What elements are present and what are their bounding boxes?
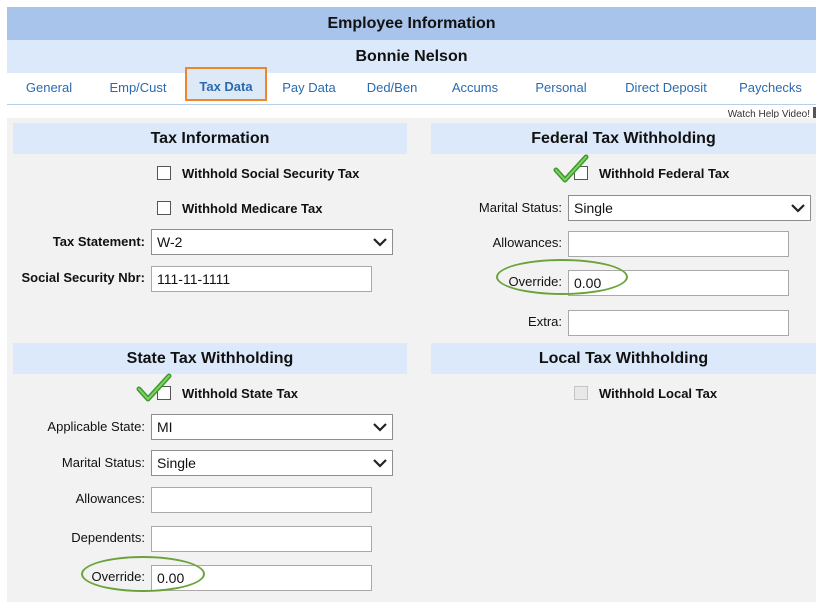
state-tax-header: State Tax Withholding — [13, 343, 407, 374]
tab-paychecks[interactable]: Paychecks — [725, 73, 816, 105]
tab-emp-cust[interactable]: Emp/Cust — [91, 73, 185, 105]
tax-information-header: Tax Information — [13, 123, 407, 154]
federal-override-input[interactable]: 0.00 — [568, 270, 789, 296]
tab-pay-data[interactable]: Pay Data — [269, 73, 349, 105]
state-override-label: Override: — [91, 569, 145, 584]
applicable-state-value: MI — [157, 419, 173, 435]
state-dependents-input[interactable] — [151, 526, 372, 552]
withhold-ss-checkbox[interactable] — [157, 166, 171, 180]
state-allowances-label: Allowances: — [75, 491, 145, 506]
tab-direct-deposit[interactable]: Direct Deposit — [607, 73, 725, 105]
tab-accums[interactable]: Accums — [435, 73, 515, 105]
checkmark-icon — [553, 154, 589, 183]
federal-marital-select[interactable]: Single — [568, 195, 811, 221]
tab-ded-ben[interactable]: Ded/Ben — [349, 73, 435, 105]
tab-personal[interactable]: Personal — [515, 73, 607, 105]
tax-statement-value: W-2 — [157, 234, 183, 250]
state-marital-value: Single — [157, 455, 196, 471]
tab-tax-data[interactable]: Tax Data — [185, 67, 267, 101]
chevron-down-icon — [791, 204, 805, 213]
tax-statement-label: Tax Statement: — [52, 234, 145, 249]
tab-bar: General Emp/Cust Tax Data Pay Data Ded/B… — [7, 67, 816, 105]
chevron-down-icon — [373, 459, 387, 468]
withhold-medicare-checkbox[interactable] — [157, 201, 171, 215]
tab-general[interactable]: General — [7, 73, 91, 105]
checkmark-icon — [136, 373, 172, 402]
state-override-input[interactable]: 0.00 — [151, 565, 372, 591]
federal-allowances-label: Allowances: — [492, 235, 562, 250]
withhold-state-label: Withhold State Tax — [182, 386, 298, 401]
tax-statement-select[interactable]: W-2 — [151, 229, 393, 255]
state-marital-label: Marital Status: — [61, 455, 145, 470]
federal-marital-value: Single — [574, 200, 613, 216]
applicable-state-label: Applicable State: — [47, 419, 145, 434]
federal-tax-header: Federal Tax Withholding — [431, 123, 816, 154]
applicable-state-select[interactable]: MI — [151, 414, 393, 440]
federal-marital-label: Marital Status: — [478, 200, 562, 215]
chevron-down-icon — [373, 238, 387, 247]
federal-extra-input[interactable] — [568, 310, 789, 336]
employee-name: Bonnie Nelson — [7, 40, 816, 73]
federal-override-label: Override: — [508, 274, 562, 289]
state-marital-select[interactable]: Single — [151, 450, 393, 476]
state-allowances-input[interactable] — [151, 487, 372, 513]
ssn-label: Social Security Nbr: — [21, 270, 145, 285]
withhold-ss-label: Withhold Social Security Tax — [182, 166, 360, 181]
ssn-input[interactable]: 111-11-1111 — [151, 266, 372, 292]
federal-allowances-input[interactable] — [568, 231, 789, 257]
tax-data-panel: Tax Information Withhold Social Security… — [7, 118, 816, 602]
chevron-down-icon — [373, 423, 387, 432]
withhold-federal-label: Withhold Federal Tax — [599, 166, 730, 181]
federal-extra-label: Extra: — [528, 314, 562, 329]
withhold-local-label: Withhold Local Tax — [599, 386, 718, 401]
withhold-local-checkbox[interactable] — [574, 386, 588, 400]
window-title: Employee Information — [7, 7, 816, 40]
state-dependents-label: Dependents: — [71, 530, 145, 545]
withhold-medicare-label: Withhold Medicare Tax — [182, 201, 323, 216]
local-tax-header: Local Tax Withholding — [431, 343, 816, 374]
